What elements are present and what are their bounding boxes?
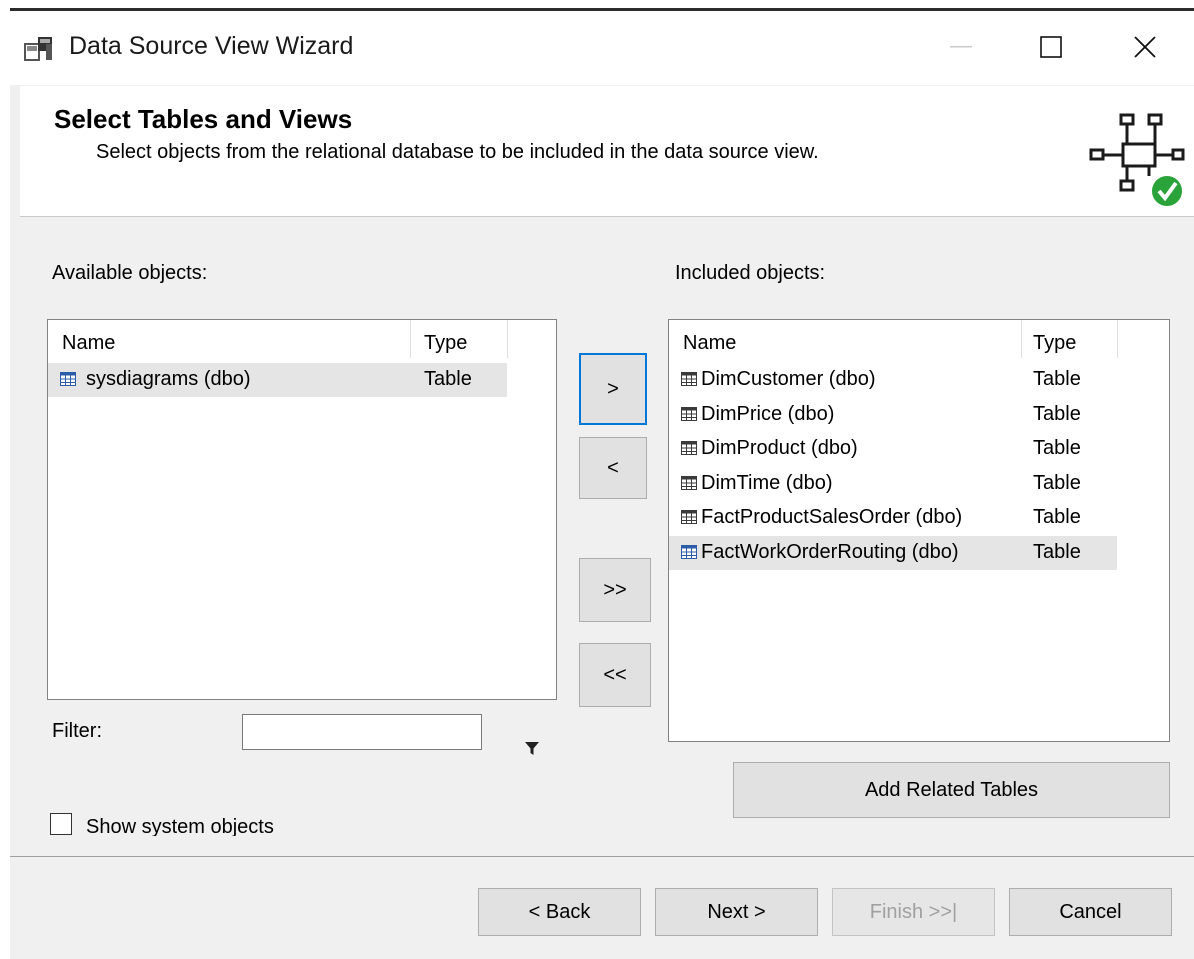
column-header-name[interactable]: Name xyxy=(683,332,736,355)
remove-object-button[interactable]: < xyxy=(579,437,647,499)
add-related-tables-button[interactable]: Add Related Tables xyxy=(733,762,1170,818)
window-left-edge xyxy=(0,8,10,959)
column-separator[interactable] xyxy=(410,320,411,358)
item-type: Table xyxy=(1033,437,1081,459)
column-separator[interactable] xyxy=(507,320,508,358)
item-type: Table xyxy=(1033,540,1081,563)
maximize-button[interactable] xyxy=(1006,12,1096,82)
add-all-objects-button[interactable]: >> xyxy=(579,558,651,622)
list-item[interactable]: DimTime (dbo) Table xyxy=(669,467,1117,501)
minimize-button[interactable] xyxy=(916,12,1006,82)
included-objects-label: Included objects: xyxy=(675,262,826,284)
maximize-icon xyxy=(1040,36,1062,58)
table-icon xyxy=(681,441,697,455)
back-button[interactable]: < Back xyxy=(478,888,641,936)
column-separator[interactable] xyxy=(1021,320,1022,358)
item-name: DimPrice (dbo) xyxy=(701,402,835,425)
add-object-button[interactable]: > xyxy=(579,353,647,425)
list-item[interactable]: FactWorkOrderRouting (dbo) Table xyxy=(669,535,1117,570)
show-system-objects-label[interactable]: Show system objects xyxy=(86,816,274,836)
page-title: Select Tables and Views xyxy=(54,104,353,134)
minimize-icon xyxy=(950,46,972,48)
item-name: DimCustomer (dbo) xyxy=(701,368,876,390)
included-objects-list[interactable]: Name Type DimCustomer (dbo) Table DimPrice… xyxy=(668,319,1170,742)
list-item[interactable]: DimCustomer (dbo) Table xyxy=(669,363,1117,397)
list-item[interactable]: sysdiagrams (dbo) Table xyxy=(48,363,507,397)
finish-button: Finish >>| xyxy=(832,888,995,936)
item-name: FactProductSalesOrder (dbo) xyxy=(701,506,963,528)
item-type: Table xyxy=(1033,471,1081,494)
close-icon xyxy=(1134,36,1156,58)
filter-label: Filter: xyxy=(52,720,102,742)
column-separator[interactable] xyxy=(1117,320,1118,358)
show-system-objects-checkbox[interactable] xyxy=(50,813,72,835)
list-item[interactable]: DimPrice (dbo) Table xyxy=(669,398,1117,432)
item-type: Table xyxy=(1033,402,1081,425)
list-item[interactable]: DimProduct (dbo) Table xyxy=(669,432,1117,466)
item-name: DimTime (dbo) xyxy=(701,471,833,494)
table-icon xyxy=(60,372,76,386)
page-subtitle: Select objects from the relational datab… xyxy=(96,141,819,163)
column-header-name[interactable]: Name xyxy=(62,332,115,355)
item-name: DimProduct (dbo) xyxy=(701,437,858,459)
close-button[interactable] xyxy=(1100,12,1190,82)
footer-divider xyxy=(10,856,1194,857)
table-icon xyxy=(681,510,697,524)
table-icon xyxy=(681,544,697,559)
item-type: Table xyxy=(1033,368,1081,390)
window-title: Data Source View Wizard xyxy=(69,32,354,60)
list-item[interactable]: FactProductSalesOrder (dbo) Table xyxy=(669,501,1117,535)
available-objects-list[interactable]: Name Type sysdiagrams (dbo) Table xyxy=(47,319,557,700)
item-type: Table xyxy=(424,368,472,390)
cancel-button[interactable]: Cancel xyxy=(1009,888,1172,936)
item-name: sysdiagrams (dbo) xyxy=(86,368,251,390)
available-objects-label: Available objects: xyxy=(52,262,208,284)
column-header-type[interactable]: Type xyxy=(1033,332,1076,355)
list-header: Name Type xyxy=(48,320,556,358)
table-icon xyxy=(681,475,697,490)
data-source-view-check-icon xyxy=(1089,113,1185,208)
funnel-icon[interactable] xyxy=(525,742,539,756)
list-header: Name Type xyxy=(669,320,1169,358)
table-icon xyxy=(681,372,697,386)
item-name: FactWorkOrderRouting (dbo) xyxy=(701,540,959,563)
data-source-view-app-icon xyxy=(24,37,52,61)
filter-input[interactable] xyxy=(242,714,482,750)
column-header-type[interactable]: Type xyxy=(424,332,467,355)
item-type: Table xyxy=(1033,506,1081,528)
remove-all-objects-button[interactable]: << xyxy=(579,643,651,707)
table-icon xyxy=(681,406,697,421)
next-button[interactable]: Next > xyxy=(655,888,818,936)
